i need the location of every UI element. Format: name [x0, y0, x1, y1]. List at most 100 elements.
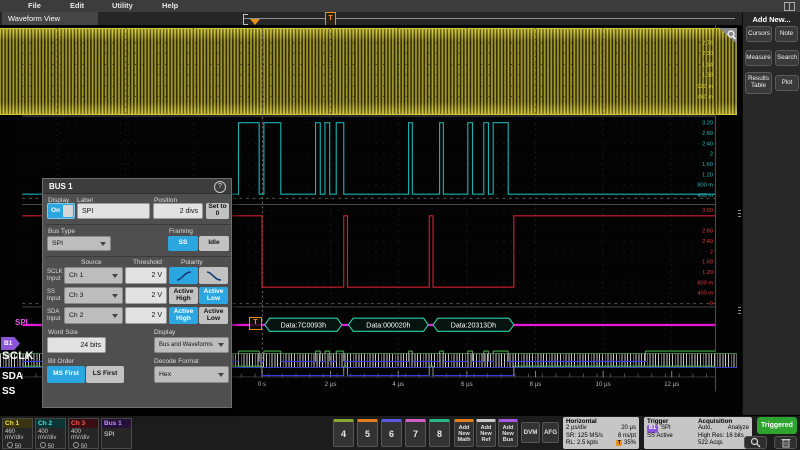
- chevron-down-icon: [112, 314, 118, 318]
- menu-edit[interactable]: Edit: [70, 1, 84, 10]
- channel-4-button[interactable]: 4: [333, 419, 354, 447]
- time-axis-label: 2 µs: [325, 381, 337, 388]
- note-button[interactable]: Note: [775, 26, 798, 42]
- add-new-title: Add New...: [743, 15, 800, 24]
- help-icon[interactable]: ?: [214, 181, 226, 193]
- menu-file[interactable]: File: [28, 1, 41, 10]
- ss-source-dropdown[interactable]: Ch 3: [64, 287, 123, 304]
- ch3-scale-label: 2.40: [702, 239, 713, 245]
- channel-5-button[interactable]: 5: [357, 419, 378, 447]
- dialog-title: BUS 1: [49, 182, 73, 191]
- b1-badge-icon: B1: [647, 425, 658, 433]
- search-button[interactable]: Search: [775, 50, 799, 66]
- sda-active-high-button[interactable]: Active High: [169, 307, 198, 324]
- ch2-scale-label: 2: [710, 152, 713, 158]
- ch1-scale-label: 920 m: [697, 84, 713, 90]
- channel-7-button[interactable]: 7: [405, 419, 426, 447]
- bit-order-label: Bit Order: [48, 358, 74, 365]
- trigger-pos-icon: T: [616, 440, 622, 446]
- add-new-ref-button[interactable]: Add New Ref: [476, 419, 496, 447]
- channel-8-button[interactable]: 8: [429, 419, 450, 447]
- label-input[interactable]: SPI: [77, 203, 150, 219]
- results-table-button[interactable]: Results Table: [745, 72, 772, 94]
- display-toggle[interactable]: On: [47, 203, 75, 219]
- chevron-down-icon: [112, 274, 118, 278]
- sda-threshold-input[interactable]: 2 V: [125, 307, 167, 324]
- bus-type-dropdown[interactable]: SPI: [47, 236, 111, 251]
- sda-source-dropdown[interactable]: Ch 2: [64, 307, 123, 324]
- probe-icon: [7, 442, 13, 448]
- digital-label-ss: SS: [2, 386, 15, 397]
- trigger-marker-icon[interactable]: T: [249, 317, 262, 330]
- ch2-badge[interactable]: Ch 2 400 mV/div 50 MHz: [35, 418, 66, 449]
- box-zoom-button[interactable]: [744, 436, 767, 449]
- add-new-math-button[interactable]: Add New Math: [454, 419, 474, 447]
- ch1-scale-label: 2.30: [702, 51, 713, 57]
- window-grid-icon[interactable]: [784, 2, 795, 11]
- measure-button[interactable]: Measure: [745, 50, 772, 66]
- ss-active-low-button[interactable]: Active Low: [199, 287, 228, 304]
- decode-format-label: Decode Format: [154, 358, 199, 365]
- pane-drag-handle[interactable]: [738, 307, 741, 316]
- time-axis-label: 6 µs: [461, 381, 473, 388]
- sclk-rising-edge-button[interactable]: [169, 267, 198, 284]
- ls-first-button[interactable]: LS First: [86, 366, 124, 383]
- chevron-down-icon: [112, 294, 118, 298]
- ch3-badge[interactable]: Ch 3 400 mV/div 50 MHz: [68, 418, 99, 449]
- plot-button[interactable]: Plot: [775, 75, 799, 91]
- source-column-header: Source: [81, 259, 102, 266]
- horizontal-panel[interactable]: Horizontal 2 µs/div20 µs SR: 125 MS/s8 n…: [563, 417, 639, 449]
- sclk-input-label: SCLK Input: [47, 269, 64, 283]
- time-axis-label: 0 s: [258, 381, 266, 388]
- rising-edge-icon: [175, 270, 193, 282]
- position-input[interactable]: 2 divs: [153, 203, 203, 219]
- ch3-scale-label: 400 m: [697, 291, 713, 297]
- ch3-scale-label: 0: [710, 301, 713, 307]
- framing-ss-button[interactable]: SS: [168, 236, 198, 251]
- overview-left-bracket: [243, 14, 248, 25]
- polarity-column-header: Polarity: [181, 259, 203, 266]
- sclk-falling-edge-button[interactable]: [199, 267, 228, 284]
- bus-label[interactable]: SPI: [15, 318, 28, 327]
- ch2-scale-label: 800 m: [697, 183, 713, 189]
- ch3-scale-label: 2: [710, 249, 713, 255]
- bus-decode-value: Data:7C0093h: [281, 323, 326, 330]
- ch3-scale-label: 800 m: [697, 280, 713, 286]
- ch1-scale-label: 460 m: [697, 94, 713, 100]
- ms-first-button[interactable]: MS First: [47, 366, 85, 383]
- menu-utility[interactable]: Utility: [112, 1, 133, 10]
- set-to-zero-button[interactable]: Set to 0: [206, 203, 229, 219]
- ch2-scale-label: 1.20: [702, 172, 713, 178]
- tab-waveform-view[interactable]: Waveform View: [2, 12, 98, 25]
- trash-button[interactable]: [774, 436, 797, 449]
- cursors-button[interactable]: Cursors: [746, 26, 772, 42]
- display-mode-dropdown[interactable]: Bus and Waveforms: [154, 337, 229, 353]
- word-size-input[interactable]: 24 bits: [47, 337, 106, 353]
- results-sidebar: Add New... Cursors Note Measure Search R…: [742, 12, 800, 415]
- framing-idle-button[interactable]: Idle: [199, 236, 229, 251]
- afg-button[interactable]: AFG: [542, 422, 559, 443]
- ss-active-high-button[interactable]: Active High: [169, 287, 198, 304]
- ch2-scale-label: 1.60: [702, 162, 713, 168]
- channel-6-button[interactable]: 6: [381, 419, 402, 447]
- add-new-bus-button[interactable]: Add New Bus: [498, 419, 518, 447]
- sclk-threshold-input[interactable]: 2 V: [125, 267, 167, 284]
- overview-slider[interactable]: [243, 18, 735, 19]
- overview-trigger-handle[interactable]: T: [325, 12, 336, 26]
- ch2-scale-label: 2.80: [702, 131, 713, 137]
- dvm-button[interactable]: DVM: [521, 422, 540, 443]
- sda-active-low-button[interactable]: Active Low: [199, 307, 228, 324]
- ss-threshold-input[interactable]: 2 V: [125, 287, 167, 304]
- bus-type-label: Bus Type: [48, 228, 75, 235]
- bus-config-dialog: BUS 1 ? Display Label Position On SPI 2 …: [42, 178, 232, 408]
- menu-help[interactable]: Help: [162, 1, 178, 10]
- probe-icon: [73, 442, 79, 448]
- ch1-badge[interactable]: Ch 1 460 mV/div 50 MHz: [2, 418, 33, 449]
- decode-format-dropdown[interactable]: Hex: [154, 366, 229, 383]
- dialog-header[interactable]: BUS 1 ?: [43, 179, 231, 194]
- trigger-panel[interactable]: Trigger B1SPI SS Active: [644, 417, 700, 449]
- bus1-badge[interactable]: Bus 1 SPI: [101, 418, 132, 449]
- ch1-scale-label: 2.76: [702, 41, 713, 47]
- pane-drag-handle[interactable]: [738, 210, 741, 219]
- sclk-source-dropdown[interactable]: Ch 1: [64, 267, 123, 284]
